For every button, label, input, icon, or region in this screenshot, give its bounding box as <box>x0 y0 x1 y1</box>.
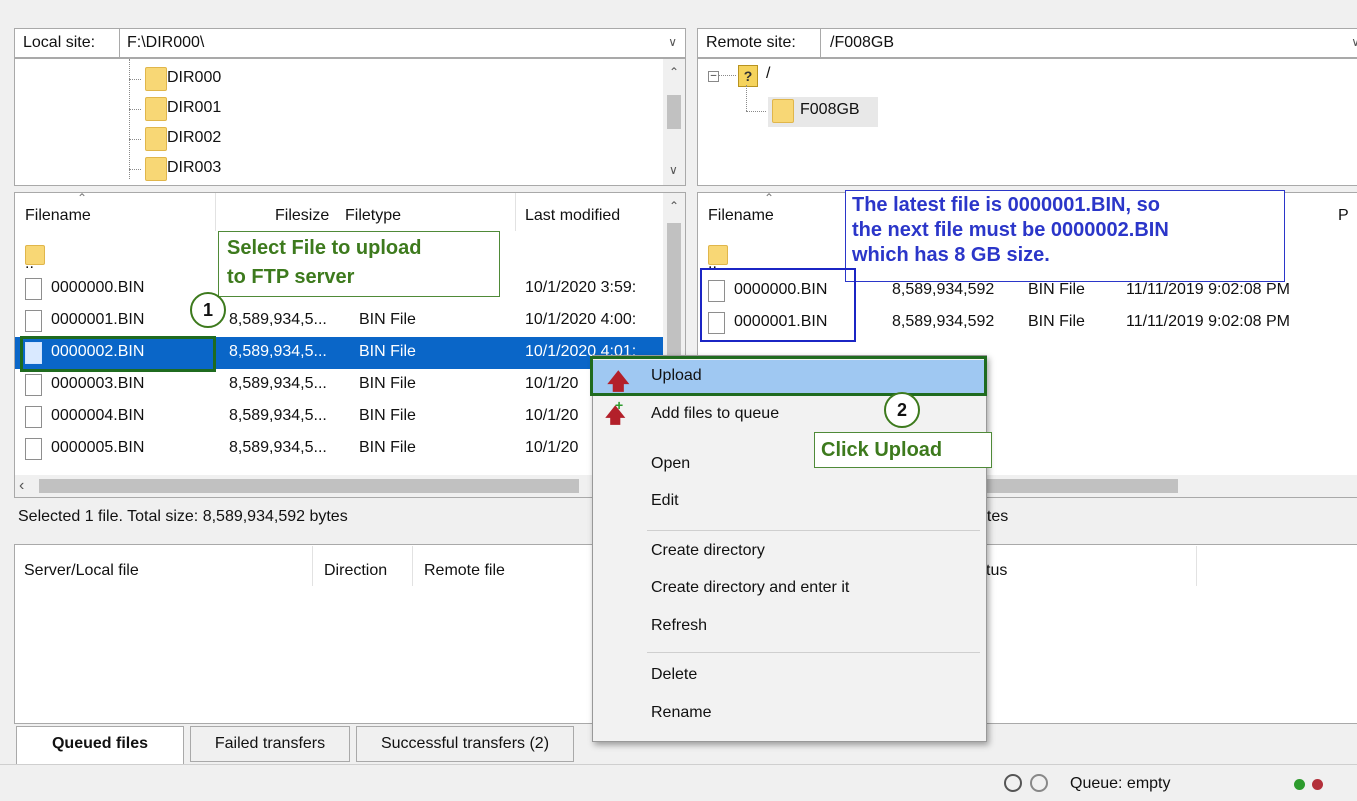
activity-icon[interactable] <box>1030 774 1048 792</box>
file-icon <box>25 406 42 428</box>
transfer-green-light-icon <box>1294 779 1305 790</box>
sort-arrow-icon: ⌃ <box>77 192 87 205</box>
menu-item-create-directory[interactable]: Create directory <box>593 535 986 571</box>
local-site-bar[interactable]: Local site: F:\DIR000\ ∨ <box>14 28 686 58</box>
folder-icon <box>145 97 167 121</box>
tab-queued-files[interactable]: Queued files <box>16 726 184 764</box>
scroll-up-icon[interactable]: ⌃ <box>669 65 679 79</box>
remote-site-path[interactable]: /F008GB <box>830 34 894 52</box>
menu-item-edit[interactable]: Edit <box>593 485 986 521</box>
col-filesize[interactable]: Filesize <box>275 207 329 225</box>
col-permissions[interactable]: P <box>1338 207 1349 225</box>
file-icon <box>25 310 42 332</box>
col-filename[interactable]: Filename <box>708 207 774 225</box>
sort-arrow-icon: ⌃ <box>764 192 774 205</box>
folder-icon <box>145 67 167 91</box>
file-icon <box>25 278 42 300</box>
local-list-header: ⌃ Filename Filesize Filetype Last modifi… <box>15 193 665 233</box>
local-site-label: Local site: <box>23 34 95 52</box>
step-2-badge: 2 <box>884 392 920 428</box>
table-row[interactable]: 0000001.BIN 8,589,934,5... BIN File 10/1… <box>15 305 685 337</box>
remote-root-label[interactable]: / <box>766 65 770 83</box>
annotation-latest-file: The latest file is 0000001.BIN, so the n… <box>845 190 1285 282</box>
collapse-icon[interactable]: – <box>708 71 719 82</box>
col-filetype[interactable]: Filetype <box>345 207 401 225</box>
table-row[interactable]: 0000005.BIN 8,589,934,5... BIN File 10/1… <box>15 433 685 465</box>
local-list-hscrollbar[interactable]: ‹ <box>15 475 685 497</box>
annotation-click-upload: Click Upload <box>814 432 992 468</box>
scroll-up-icon[interactable]: ⌃ <box>669 199 679 213</box>
local-status-text: Selected 1 file. Total size: 8,589,934,5… <box>18 508 348 526</box>
queue-col-remote-file[interactable]: Remote file <box>424 562 505 580</box>
menu-item-create-directory-enter[interactable]: Create directory and enter it <box>593 572 986 608</box>
queue-status: Queue: empty <box>1070 775 1171 793</box>
menu-item-rename[interactable]: Rename <box>593 697 986 733</box>
tree-item-f008gb[interactable]: F008GB <box>768 97 878 127</box>
remote-site-label: Remote site: <box>706 34 796 52</box>
chevron-down-icon[interactable]: ∨ <box>1351 35 1357 49</box>
context-menu: 🡅 Upload 🡅+ Add files to queue Open Edit… <box>592 355 987 742</box>
menu-item-add-to-queue[interactable]: 🡅+ Add files to queue <box>593 398 986 434</box>
table-row[interactable]: 0000004.BIN 8,589,934,5... BIN File 10/1… <box>15 401 685 433</box>
menu-item-delete[interactable]: Delete <box>593 659 986 695</box>
local-tree-panel: DIR000 DIR001 DIR002 DIR003 ⌃ ∨ <box>14 58 686 186</box>
tab-successful-transfers[interactable]: Successful transfers (2) <box>356 726 574 762</box>
queue-col-direction[interactable]: Direction <box>324 562 387 580</box>
annotation-select-file: Select File to upload to FTP server <box>218 231 500 297</box>
step-1-badge: 1 <box>190 292 226 328</box>
col-filename[interactable]: Filename <box>25 207 91 225</box>
tab-failed-transfers[interactable]: Failed transfers <box>190 726 350 762</box>
file-icon <box>25 438 42 460</box>
highlight-selected-file <box>20 336 216 372</box>
highlight-upload-item <box>590 356 987 396</box>
remote-tree-panel: – ? / F008GB <box>697 58 1357 186</box>
add-to-queue-icon: 🡅+ <box>605 401 626 435</box>
chevron-down-icon[interactable]: ∨ <box>668 35 677 49</box>
local-tree-scrollbar[interactable]: ⌃ ∨ <box>663 59 685 185</box>
scroll-left-icon[interactable]: ‹ <box>19 477 24 495</box>
col-last-modified[interactable]: Last modified <box>525 207 620 225</box>
menu-item-refresh[interactable]: Refresh <box>593 610 986 646</box>
table-row[interactable]: 0000003.BIN 8,589,934,5... BIN File 10/1… <box>15 369 685 401</box>
queue-col-status[interactable]: tus <box>986 562 1007 580</box>
local-site-path[interactable]: F:\DIR000\ <box>127 34 204 52</box>
unknown-server-icon: ? <box>738 65 758 87</box>
transfer-red-light-icon <box>1312 779 1323 790</box>
queue-col-server-local[interactable]: Server/Local file <box>24 562 139 580</box>
scroll-down-icon[interactable]: ∨ <box>669 163 678 177</box>
folder-icon <box>145 157 167 181</box>
highlight-remote-files <box>700 268 856 342</box>
folder-icon <box>772 99 794 123</box>
speed-limit-icon[interactable] <box>1004 774 1022 792</box>
file-icon <box>25 374 42 396</box>
folder-icon <box>145 127 167 151</box>
remote-site-bar[interactable]: Remote site: /F008GB ∨ <box>697 28 1357 58</box>
